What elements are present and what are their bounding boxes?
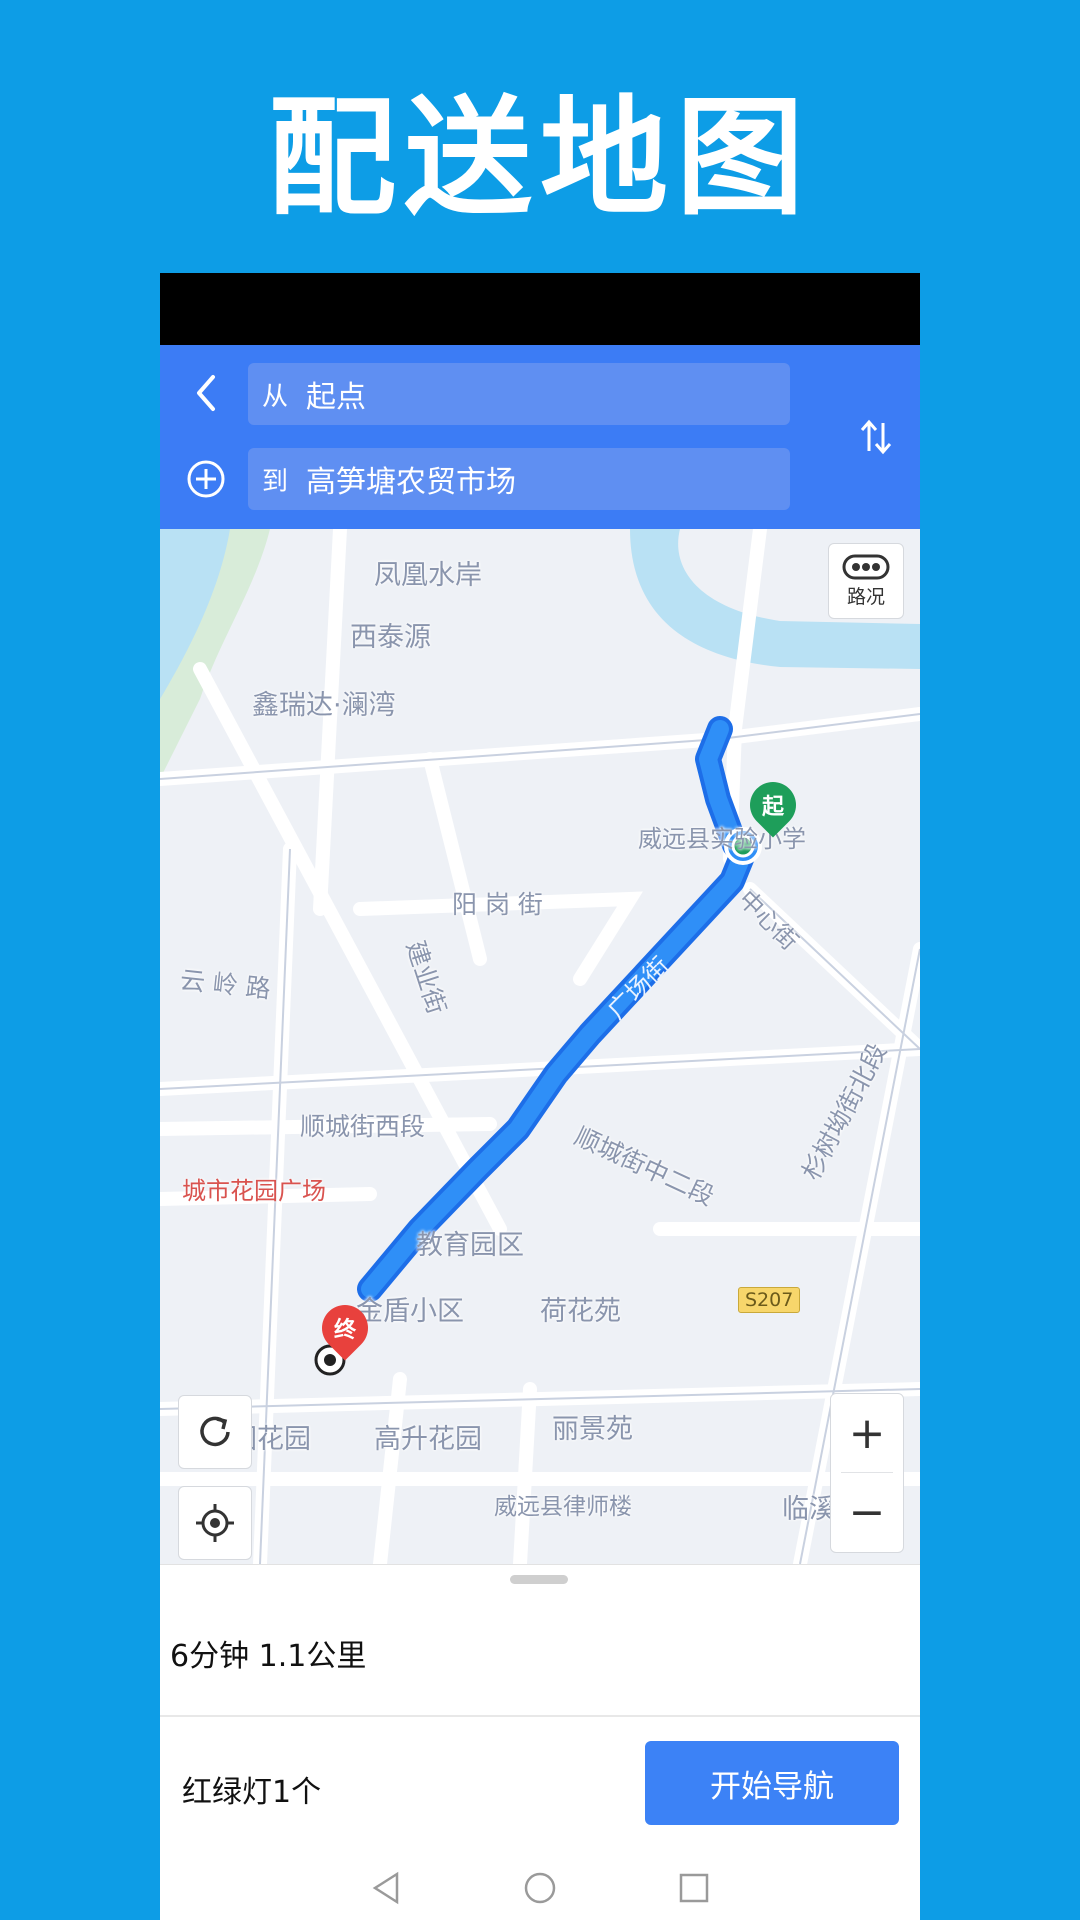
poi-label-plaza: 城市花园广场 xyxy=(182,1177,326,1205)
highway-badge: S207 xyxy=(738,1287,801,1313)
circle-home-icon xyxy=(524,1872,556,1904)
map-label: 教育园区 xyxy=(416,1230,524,1261)
promo-title: 配送地图 xyxy=(267,83,812,233)
map-label: 丽景苑 xyxy=(552,1414,633,1445)
phone-screen: 从 起点 到 高笋塘农贸市场 路况 凤凰水岸 西泰源 鑫瑞达·澜湾 威远县实验小… xyxy=(160,273,920,1920)
origin-field[interactable]: 从 起点 xyxy=(248,363,790,425)
drag-handle[interactable] xyxy=(510,1575,568,1584)
zoom-out-button[interactable]: − xyxy=(831,1473,903,1551)
start-marker-label: 起 xyxy=(761,795,785,821)
square-recents-icon xyxy=(679,1873,709,1903)
map-label: 鑫瑞达·澜湾 xyxy=(252,690,396,721)
destination-field[interactable]: 到 高笋塘农贸市场 xyxy=(248,448,790,510)
start-navigation-button[interactable]: 开始导航 xyxy=(645,1741,899,1825)
origin-value: 起点 xyxy=(306,380,366,415)
destination-value: 高笋塘农贸市场 xyxy=(306,465,516,500)
plus-circle-icon xyxy=(187,460,225,498)
nav-back-button[interactable] xyxy=(368,1870,404,1906)
origin-prefix: 从 xyxy=(262,381,289,412)
route-summary: 6分钟 1.1公里 xyxy=(170,1639,367,1674)
traffic-toggle-button[interactable]: 路况 xyxy=(828,543,904,619)
map-label: 荷花苑 xyxy=(540,1296,621,1327)
chevron-left-icon xyxy=(197,375,215,411)
end-marker-label: 终 xyxy=(333,1318,357,1344)
map-label: 凤凰水岸 xyxy=(374,560,482,591)
map-label: 西泰源 xyxy=(350,622,431,653)
refresh-icon xyxy=(200,1416,230,1447)
status-bar xyxy=(160,273,920,345)
route-search-header: 从 起点 到 高笋塘农贸市场 xyxy=(160,345,920,529)
zoom-in-button[interactable]: + xyxy=(831,1394,903,1472)
system-nav-bar xyxy=(160,1855,920,1920)
nav-recents-button[interactable] xyxy=(676,1870,712,1906)
traffic-icon xyxy=(842,554,890,579)
swap-button[interactable] xyxy=(852,409,900,465)
crosshair-icon xyxy=(196,1504,234,1542)
refresh-button[interactable] xyxy=(178,1395,252,1469)
route-sheet: 6分钟 1.1公里 红绿灯1个 开始导航 xyxy=(160,1564,920,1920)
zoom-controls: + − xyxy=(830,1393,904,1553)
nav-home-button[interactable] xyxy=(522,1870,558,1906)
map-label: 金盾小区 xyxy=(356,1296,464,1327)
map-label: 高升花园 xyxy=(374,1424,482,1455)
destination-prefix: 到 xyxy=(262,466,289,497)
locate-button[interactable] xyxy=(178,1486,252,1560)
back-button[interactable] xyxy=(182,365,230,421)
traffic-label: 路况 xyxy=(846,585,885,608)
map-label: 阳 岗 街 xyxy=(452,890,543,919)
divider xyxy=(160,1715,920,1717)
swap-arrows-icon xyxy=(860,419,892,455)
map-label: 顺城街西段 xyxy=(300,1112,426,1141)
add-waypoint-button[interactable] xyxy=(182,451,230,507)
triangle-back-icon xyxy=(372,1871,399,1905)
poi-label-lawyer: 威远县律师楼 xyxy=(494,1494,632,1520)
traffic-light-count: 红绿灯1个 xyxy=(182,1775,322,1810)
map-view[interactable]: 路况 凤凰水岸 西泰源 鑫瑞达·澜湾 威远县实验小学 中心街 阳 岗 街 云 岭… xyxy=(160,529,920,1564)
